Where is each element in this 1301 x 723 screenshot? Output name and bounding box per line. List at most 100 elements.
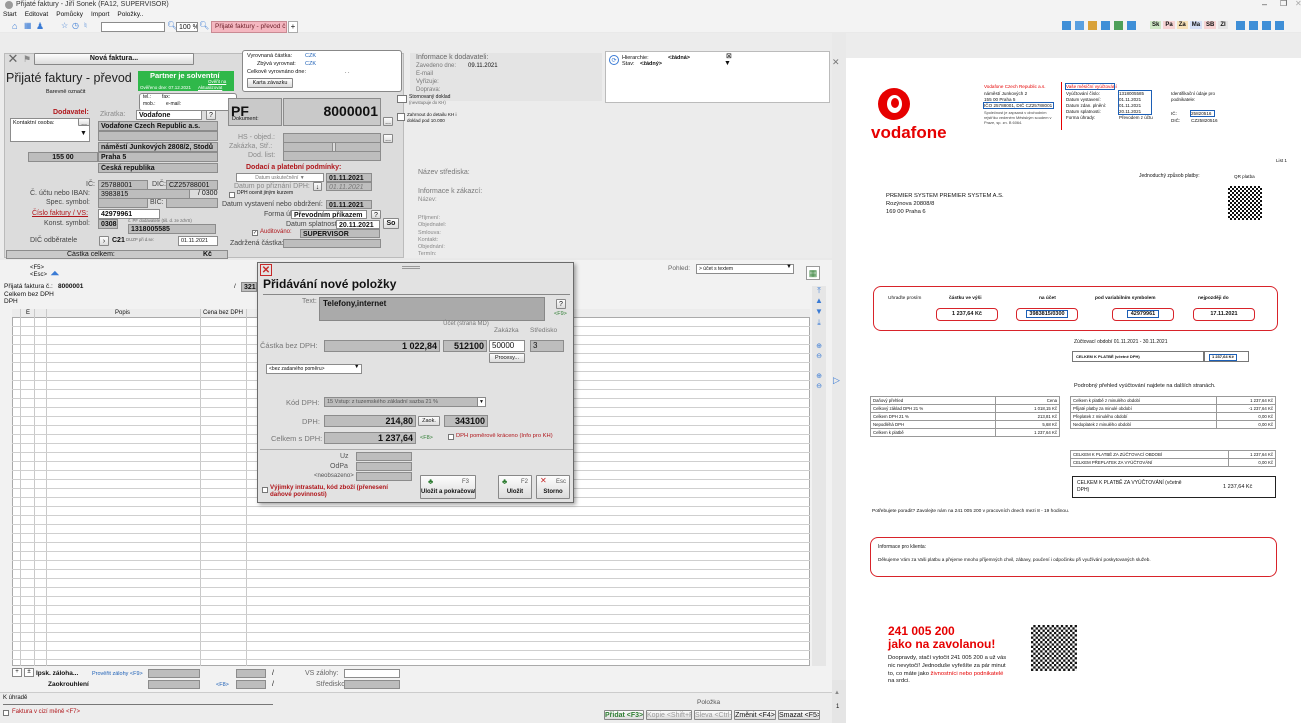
- vat-date-field[interactable]: 01.11.2021: [326, 182, 372, 191]
- vs-label[interactable]: Číslo faktury / VS:: [32, 210, 88, 218]
- col-description-header[interactable]: Popis: [115, 310, 130, 317]
- item-text-field[interactable]: Telefony,internet: [319, 297, 545, 321]
- text-help-button[interactable]: ?: [556, 299, 566, 309]
- intrastat-checkbox[interactable]: [262, 487, 268, 493]
- tax-date-field[interactable]: 01.11.2021: [326, 173, 372, 182]
- tax-date-select[interactable]: Datum uskutečnění ▼: [236, 173, 324, 182]
- copy-item-button[interactable]: Kopie <Shift+F3>: [646, 710, 692, 720]
- verify-link[interactable]: Ověřit na: [208, 79, 226, 84]
- color-mark-label[interactable]: Barevně označit: [46, 89, 85, 95]
- toolbar-icon-4[interactable]: [1101, 21, 1110, 30]
- expand-preview-icon[interactable]: ▷: [833, 375, 840, 386]
- supplier-street[interactable]: náměstí Junkových 2808/2, Stodů: [98, 142, 218, 152]
- base-amount-field[interactable]: 1 022,84: [324, 340, 440, 352]
- module-sk[interactable]: Sk: [1150, 21, 1162, 29]
- contact-dropdown-icon[interactable]: ▼: [80, 130, 87, 138]
- quick-search-input[interactable]: [101, 22, 165, 32]
- due-date-field[interactable]: 20.11.2021: [336, 220, 380, 229]
- minimize-button[interactable]: –: [1262, 0, 1267, 9]
- close-form-icon[interactable]: ✕: [7, 51, 19, 66]
- col-price-header[interactable]: Cena bez DPH: [203, 310, 243, 317]
- module-pa[interactable]: Pa: [1163, 21, 1175, 29]
- contact-person-button[interactable]: ...: [78, 118, 90, 126]
- kh-detail-checkbox[interactable]: [397, 113, 405, 121]
- menu-import[interactable]: Import: [91, 11, 109, 18]
- held-amount-field[interactable]: [283, 239, 381, 248]
- delivery-note-field[interactable]: [283, 151, 381, 161]
- foreign-currency-checkbox[interactable]: [3, 710, 9, 716]
- zoom-in-icon[interactable]: 🔍︎: [199, 21, 209, 30]
- supplier-name[interactable]: Vodafone Czech Republic a.s.: [98, 121, 218, 131]
- evid-field[interactable]: 1318005585: [128, 224, 216, 234]
- module-zi[interactable]: ZI: [1218, 21, 1228, 29]
- flag-icon[interactable]: ⚑: [22, 53, 32, 65]
- payment-form-field[interactable]: Převodním příkazem: [291, 210, 367, 219]
- menu-edit[interactable]: Editovat: [25, 11, 49, 18]
- new-invoice-button[interactable]: Nová faktura...: [34, 53, 194, 65]
- ratio-dropdown-icon[interactable]: ▼: [354, 364, 359, 370]
- menu-start[interactable]: Start: [3, 11, 17, 18]
- collapse-up-icon[interactable]: ⏶: [50, 266, 60, 281]
- uz-field[interactable]: [356, 452, 412, 461]
- update-link[interactable]: Aktualizovat: [198, 85, 222, 90]
- toolbar-icon-7[interactable]: [1236, 21, 1245, 30]
- dialog-close-icon[interactable]: ✕: [260, 264, 272, 276]
- hierarchy-dropdown-icon[interactable]: ▼: [724, 60, 731, 68]
- toolbar-icon-3[interactable]: [1088, 21, 1097, 30]
- restore-button[interactable]: ❐: [1280, 0, 1287, 8]
- menu-items[interactable]: Položky..: [117, 11, 143, 18]
- toolbar-icon-5[interactable]: [1114, 21, 1123, 30]
- spec-symbol-field[interactable]: [98, 198, 148, 208]
- home-icon[interactable]: ⌂: [12, 21, 17, 31]
- view-select[interactable]: > účet s textem: [696, 264, 794, 274]
- document-number-button[interactable]: ...: [383, 117, 393, 126]
- toolbar-icon-2[interactable]: [1075, 21, 1084, 30]
- duzp-field[interactable]: 01.11.2021: [178, 236, 218, 246]
- zoom-grid-out-icon[interactable]: ⊖: [812, 352, 826, 360]
- expand-row-button[interactable]: ±: [24, 668, 34, 677]
- supplier-zip[interactable]: 155 00: [28, 152, 98, 162]
- discount-item-button[interactable]: Sleva <Ctrl+S>: [694, 710, 732, 720]
- delete-item-button[interactable]: Smazat <F5>: [778, 710, 820, 720]
- add-row-button[interactable]: +: [12, 668, 22, 677]
- toolbar-icon-9[interactable]: [1262, 21, 1271, 30]
- export-icon[interactable]: ▦: [806, 266, 820, 280]
- clock-icon[interactable]: ◷: [72, 21, 79, 30]
- liability-card-button[interactable]: Karta závazku: [247, 78, 293, 88]
- module-za[interactable]: Za: [1176, 21, 1188, 29]
- vat-code-dropdown-icon[interactable]: ▼: [477, 397, 486, 407]
- preview-scroll-up-icon[interactable]: ▲: [834, 690, 840, 696]
- scroll-bottom-icon[interactable]: ⤓: [812, 318, 826, 328]
- unused-field[interactable]: [356, 472, 412, 481]
- close-preview-icon[interactable]: ✕: [832, 57, 840, 67]
- supplier-name-2[interactable]: [98, 131, 218, 141]
- preview-scrollbar[interactable]: [832, 680, 846, 723]
- tab-invoice-transfer[interactable]: Přijaté faktury - převod č. 2005: [211, 21, 287, 33]
- centre-item-field[interactable]: 3: [530, 340, 564, 352]
- total-with-vat-field[interactable]: 1 237,64: [324, 432, 416, 444]
- vat-amount-field[interactable]: 214,80: [324, 415, 416, 427]
- toolbar-icon-8[interactable]: [1249, 21, 1258, 30]
- processes-button[interactable]: Procesy...: [489, 353, 525, 363]
- vat-code-select[interactable]: 15 Vstup: z tuzemského základní sazba 21…: [324, 397, 486, 407]
- user-icon[interactable]: ♟: [36, 21, 44, 32]
- edit-item-button[interactable]: Změnit <F4>: [734, 710, 776, 720]
- zoom-level[interactable]: 100 %: [176, 22, 198, 32]
- col-e-header[interactable]: E: [26, 310, 30, 317]
- short-name-field[interactable]: Vodafone: [136, 110, 202, 120]
- check-advances-link[interactable]: Prověřit zálohy <F9>: [92, 671, 143, 677]
- advance-vs-field[interactable]: [344, 669, 400, 678]
- vat-date-button[interactable]: ↓: [313, 182, 322, 191]
- zoom-grid-in-icon[interactable]: ⊕: [812, 342, 826, 350]
- vat-ratio-checkbox[interactable]: [448, 434, 454, 440]
- toolbar-icon-1[interactable]: [1062, 21, 1071, 30]
- document-number[interactable]: 8000001: [283, 98, 381, 126]
- centre-footer-field[interactable]: [344, 680, 400, 689]
- star-icon[interactable]: ☆: [61, 21, 68, 30]
- folder-icon[interactable]: ▦: [24, 21, 32, 30]
- audit-value[interactable]: SUPERVISOR: [300, 229, 380, 238]
- zoom-grid-fit-icon[interactable]: ⊕: [812, 372, 826, 380]
- audit-checkbox[interactable]: ✓: [252, 230, 258, 236]
- round-button[interactable]: Zaok.: [418, 416, 440, 426]
- view-dropdown-icon[interactable]: ▼: [786, 264, 792, 271]
